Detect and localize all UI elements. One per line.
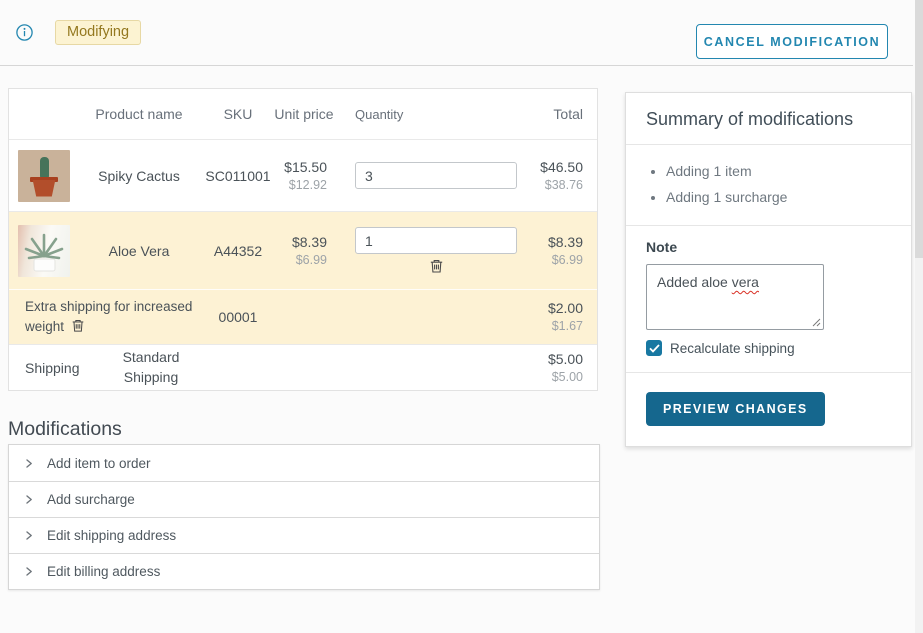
unit-price: $8.39 [273, 233, 327, 252]
total: $46.50 [536, 158, 583, 177]
product-name: Spiky Cactus [75, 168, 203, 184]
note-text: Added aloe [657, 274, 728, 290]
column-header-total: Total [536, 105, 597, 124]
total-cell: $2.00 $1.67 [536, 299, 597, 335]
table-row-surcharge: Extra shipping for increased weight 0000… [9, 289, 597, 344]
table-header-row: Product name SKU Unit price Quantity Tot… [9, 89, 597, 139]
product-image-cactus [18, 150, 70, 202]
quantity-input[interactable] [355, 227, 517, 254]
info-icon[interactable] [16, 24, 33, 41]
chevron-right-icon [24, 458, 34, 469]
total-original: $38.76 [536, 177, 583, 194]
shipping-method: Standard Shipping [99, 348, 203, 387]
column-header-product-name: Product name [75, 106, 203, 122]
top-bar: Modifying CANCEL MODIFICATION [0, 0, 913, 66]
summary-panel-title: Summary of modifications [626, 93, 911, 144]
modifications-title: Modifications [8, 418, 122, 441]
column-header-quantity: Quantity [335, 107, 536, 122]
column-header-unit-price: Unit price [273, 105, 335, 123]
delete-surcharge-button[interactable] [71, 318, 85, 333]
total-original: $6.99 [536, 252, 583, 269]
resize-grip-icon[interactable] [812, 318, 821, 327]
summary-panel: Summary of modifications Adding 1 item A… [625, 92, 912, 447]
note-textarea[interactable]: Added aloe vera [646, 264, 824, 330]
unit-price: $15.50 [273, 158, 327, 177]
total-original: $1.67 [536, 318, 583, 335]
accordion-edit-billing-address[interactable]: Edit billing address [9, 553, 599, 589]
accordion-add-surcharge[interactable]: Add surcharge [9, 481, 599, 517]
chevron-right-icon [24, 530, 34, 541]
product-sku: SC011001 [203, 168, 273, 184]
cancel-modification-button[interactable]: CANCEL MODIFICATION [696, 24, 888, 59]
trash-icon [71, 318, 85, 333]
scrollbar-track[interactable] [915, 0, 923, 633]
quantity-input[interactable] [355, 162, 517, 189]
total-cell: $46.50 $38.76 [536, 158, 597, 194]
summary-list: Adding 1 item Adding 1 surcharge [626, 145, 911, 225]
product-name: Aloe Vera [75, 243, 203, 259]
recalculate-shipping-option[interactable]: Recalculate shipping [646, 340, 891, 356]
table-row-aloe-vera: Aloe Vera A44352 $8.39 $6.99 [9, 211, 597, 289]
table-row-shipping: Shipping Standard Shipping $5.00 $5.00 [9, 344, 597, 390]
product-image-aloe [18, 225, 70, 277]
scrollbar-thumb[interactable] [915, 0, 923, 258]
unit-price-original: $6.99 [273, 252, 327, 269]
trash-icon [429, 258, 444, 274]
surcharge-label: Extra shipping for increased weight [25, 299, 192, 334]
shipping-row-label: Shipping [9, 360, 99, 376]
order-items-table: Product name SKU Unit price Quantity Tot… [8, 88, 598, 391]
column-header-sku: SKU [203, 106, 273, 122]
note-label: Note [646, 239, 891, 255]
status-badge: Modifying [55, 20, 141, 45]
accordion-edit-shipping-address[interactable]: Edit shipping address [9, 517, 599, 553]
preview-changes-button[interactable]: PREVIEW CHANGES [646, 392, 825, 426]
table-row-spiky-cactus: Spiky Cactus SC011001 $15.50 $12.92 $46.… [9, 139, 597, 211]
total-original: $5.00 [536, 369, 583, 386]
total-cell: $5.00 $5.00 [536, 350, 597, 386]
unit-price-original: $12.92 [273, 177, 327, 194]
accordion-add-item-to-order[interactable]: Add item to order [9, 445, 599, 481]
unit-price-cell: $15.50 $12.92 [273, 158, 335, 194]
checkmark-icon [649, 344, 660, 353]
summary-item: Adding 1 item [666, 158, 891, 184]
surcharge-sku: 00001 [203, 309, 273, 325]
modifications-accordion: Add item to order Add surcharge Edit shi… [8, 444, 600, 590]
total: $8.39 [536, 233, 583, 252]
total: $5.00 [536, 350, 583, 369]
chevron-right-icon [24, 566, 34, 577]
summary-item: Adding 1 surcharge [666, 184, 891, 210]
total-cell: $8.39 $6.99 [536, 233, 597, 269]
product-sku: A44352 [203, 243, 273, 259]
total: $2.00 [536, 299, 583, 318]
delete-item-button[interactable] [355, 258, 517, 274]
note-text-misspelled: vera [732, 274, 759, 290]
recalculate-checkbox[interactable] [646, 340, 662, 356]
chevron-right-icon [24, 494, 34, 505]
recalculate-label: Recalculate shipping [670, 341, 795, 356]
unit-price-cell: $8.39 $6.99 [273, 233, 335, 269]
